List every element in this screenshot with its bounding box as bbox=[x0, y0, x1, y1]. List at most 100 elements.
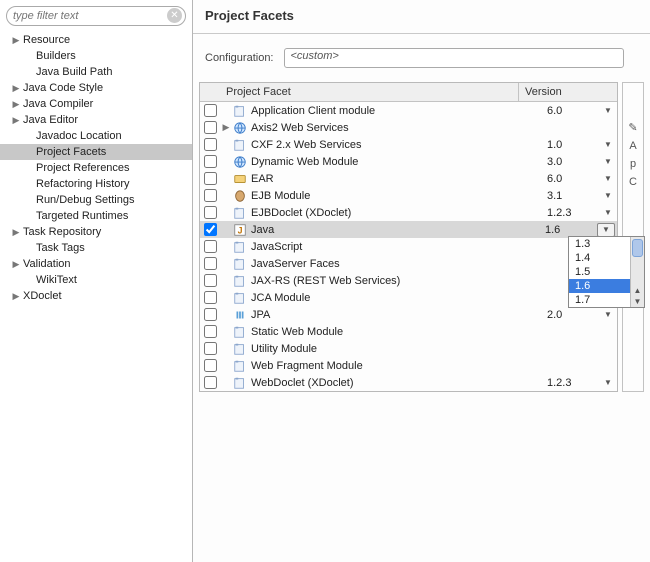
sidebar-item[interactable]: ▶Task Repository bbox=[0, 224, 192, 240]
sidebar-item[interactable]: ▶Validation bbox=[0, 256, 192, 272]
configuration-select[interactable]: <custom> bbox=[284, 48, 624, 68]
facet-version-dropdown-icon[interactable]: ▼ bbox=[599, 191, 617, 200]
facet-checkbox[interactable] bbox=[204, 189, 217, 202]
facet-checkbox[interactable] bbox=[204, 138, 217, 151]
facet-row[interactable]: JAX-RS (REST Web Services) bbox=[200, 272, 617, 289]
clear-filter-icon[interactable]: ✕ bbox=[167, 8, 182, 23]
facet-checkbox[interactable] bbox=[204, 376, 217, 389]
facet-row[interactable]: Web Fragment Module bbox=[200, 357, 617, 374]
facet-checkbox[interactable] bbox=[204, 240, 217, 253]
facet-checkbox[interactable] bbox=[204, 155, 217, 168]
sidebar-item-label: Refactoring History bbox=[36, 178, 192, 190]
facet-row[interactable]: Dynamic Web Module3.0▼ bbox=[200, 153, 617, 170]
facet-checkbox[interactable] bbox=[204, 325, 217, 338]
facet-label: Web Fragment Module bbox=[251, 360, 543, 372]
sidebar-item[interactable]: ▶Project References bbox=[0, 160, 192, 176]
facet-checkbox[interactable] bbox=[204, 121, 217, 134]
sidebar-item[interactable]: ▶WikiText bbox=[0, 272, 192, 288]
facet-row[interactable]: Utility Module bbox=[200, 340, 617, 357]
facet-label: Utility Module bbox=[251, 343, 543, 355]
sidebar-item[interactable]: ▶Builders bbox=[0, 48, 192, 64]
dropdown-scrollbar[interactable]: ▲ ▼ bbox=[630, 237, 644, 307]
facet-checkbox[interactable] bbox=[204, 172, 217, 185]
facet-checkbox[interactable] bbox=[204, 104, 217, 117]
disclose-icon[interactable]: ▶ bbox=[11, 99, 21, 110]
facet-row[interactable]: JavaServer Faces bbox=[200, 255, 617, 272]
details-pane-fragment: C bbox=[629, 176, 637, 188]
sidebar-item[interactable]: ▶Javadoc Location bbox=[0, 128, 192, 144]
facet-row[interactable]: JCA Module bbox=[200, 289, 617, 306]
col-header-facet[interactable]: Project Facet bbox=[220, 83, 519, 101]
facet-version-dropdown-icon[interactable]: ▼ bbox=[599, 208, 617, 217]
facet-version-dropdown-icon[interactable]: ▼ bbox=[599, 378, 617, 387]
sidebar-item[interactable]: ▶Java Editor bbox=[0, 112, 192, 128]
facet-checkbox[interactable] bbox=[204, 274, 217, 287]
facet-label: JavaScript bbox=[251, 241, 543, 253]
facet-row[interactable]: JavaScript bbox=[200, 238, 617, 255]
sidebar-item[interactable]: ▶Java Build Path bbox=[0, 64, 192, 80]
facet-label: EJB Module bbox=[251, 190, 543, 202]
sidebar-item[interactable]: ▶Project Facets bbox=[0, 144, 192, 160]
sidebar-item[interactable]: ▶Run/Debug Settings bbox=[0, 192, 192, 208]
facet-checkbox[interactable] bbox=[204, 206, 217, 219]
facet-row[interactable]: JPA2.0▼ bbox=[200, 306, 617, 323]
facet-row[interactable]: EJBDoclet (XDoclet)1.2.3▼ bbox=[200, 204, 617, 221]
sidebar-item-label: Project References bbox=[36, 162, 192, 174]
facet-version: 1.6 bbox=[541, 224, 597, 236]
facet-version-dropdown-icon[interactable]: ▼ bbox=[599, 157, 617, 166]
disclose-icon[interactable]: ▶ bbox=[11, 83, 21, 94]
sidebar-item[interactable]: ▶Task Tags bbox=[0, 240, 192, 256]
facets-table: Project Facet Version Application Client… bbox=[199, 82, 618, 392]
facet-version-dropdown-icon[interactable]: ▼ bbox=[599, 174, 617, 183]
facet-row[interactable]: JJava1.6▼ bbox=[200, 221, 617, 238]
configuration-row: Configuration: <custom> bbox=[193, 34, 650, 82]
facet-checkbox[interactable] bbox=[204, 291, 217, 304]
disclose-icon[interactable]: ▶ bbox=[11, 35, 21, 46]
details-pane-fragment: p bbox=[630, 158, 636, 170]
facets-panel: Project Facets Configuration: <custom> P… bbox=[193, 0, 650, 562]
sidebar-item[interactable]: ▶Refactoring History bbox=[0, 176, 192, 192]
sidebar-item[interactable]: ▶Java Compiler bbox=[0, 96, 192, 112]
sidebar-item[interactable]: ▶Java Code Style bbox=[0, 80, 192, 96]
facet-row[interactable]: WebDoclet (XDoclet)1.2.3▼ bbox=[200, 374, 617, 391]
disclose-icon[interactable]: ▶ bbox=[11, 115, 21, 126]
facet-label: Static Web Module bbox=[251, 326, 543, 338]
facet-version-dropdown-icon[interactable]: ▼ bbox=[597, 223, 615, 237]
filter-input[interactable] bbox=[6, 6, 186, 26]
facet-checkbox[interactable] bbox=[204, 223, 217, 236]
sidebar-item[interactable]: ▶Resource bbox=[0, 32, 192, 48]
facet-row[interactable]: EAR6.0▼ bbox=[200, 170, 617, 187]
properties-sidebar: ✕ ▶Resource▶Builders▶Java Build Path▶Jav… bbox=[0, 0, 193, 562]
facet-checkbox[interactable] bbox=[204, 257, 217, 270]
facet-row[interactable]: ▶Axis2 Web Services bbox=[200, 119, 617, 136]
disclose-icon[interactable]: ▶ bbox=[11, 291, 21, 302]
disclose-icon[interactable]: ▶ bbox=[11, 259, 21, 270]
facet-checkbox[interactable] bbox=[204, 359, 217, 372]
facet-version-dropdown-icon[interactable]: ▼ bbox=[599, 140, 617, 149]
sidebar-item-label: Javadoc Location bbox=[36, 130, 192, 142]
panel-title: Project Facets bbox=[193, 0, 650, 34]
col-header-version[interactable]: Version bbox=[519, 83, 599, 101]
disclose-icon[interactable]: ▶ bbox=[11, 227, 21, 238]
module-icon bbox=[232, 104, 248, 118]
details-pane-fragment: A bbox=[629, 140, 636, 152]
sidebar-item[interactable]: ▶Targeted Runtimes bbox=[0, 208, 192, 224]
facet-row[interactable]: EJB Module3.1▼ bbox=[200, 187, 617, 204]
facet-version-dropdown-icon[interactable]: ▼ bbox=[599, 310, 617, 319]
facet-row[interactable]: Static Web Module bbox=[200, 323, 617, 340]
facet-disclose-icon[interactable]: ▶ bbox=[220, 122, 232, 133]
facet-row[interactable]: Application Client module6.0▼ bbox=[200, 102, 617, 119]
facet-version-dropdown-icon[interactable]: ▼ bbox=[599, 106, 617, 115]
facet-label: Dynamic Web Module bbox=[251, 156, 543, 168]
sidebar-item[interactable]: ▶XDoclet bbox=[0, 288, 192, 304]
sidebar-item-label: Java Compiler bbox=[23, 98, 192, 110]
facet-row[interactable]: CXF 2.x Web Services1.0▼ bbox=[200, 136, 617, 153]
sidebar-item-label: Task Repository bbox=[23, 226, 192, 238]
java-icon: J bbox=[232, 223, 248, 237]
sidebar-item-label: Run/Debug Settings bbox=[36, 194, 192, 206]
java-version-dropdown[interactable]: 1.31.41.51.61.7 ▲ ▼ bbox=[568, 236, 645, 308]
ear-icon bbox=[232, 172, 248, 186]
facet-version: 1.2.3 bbox=[543, 207, 599, 219]
facet-checkbox[interactable] bbox=[204, 342, 217, 355]
facet-checkbox[interactable] bbox=[204, 308, 217, 321]
